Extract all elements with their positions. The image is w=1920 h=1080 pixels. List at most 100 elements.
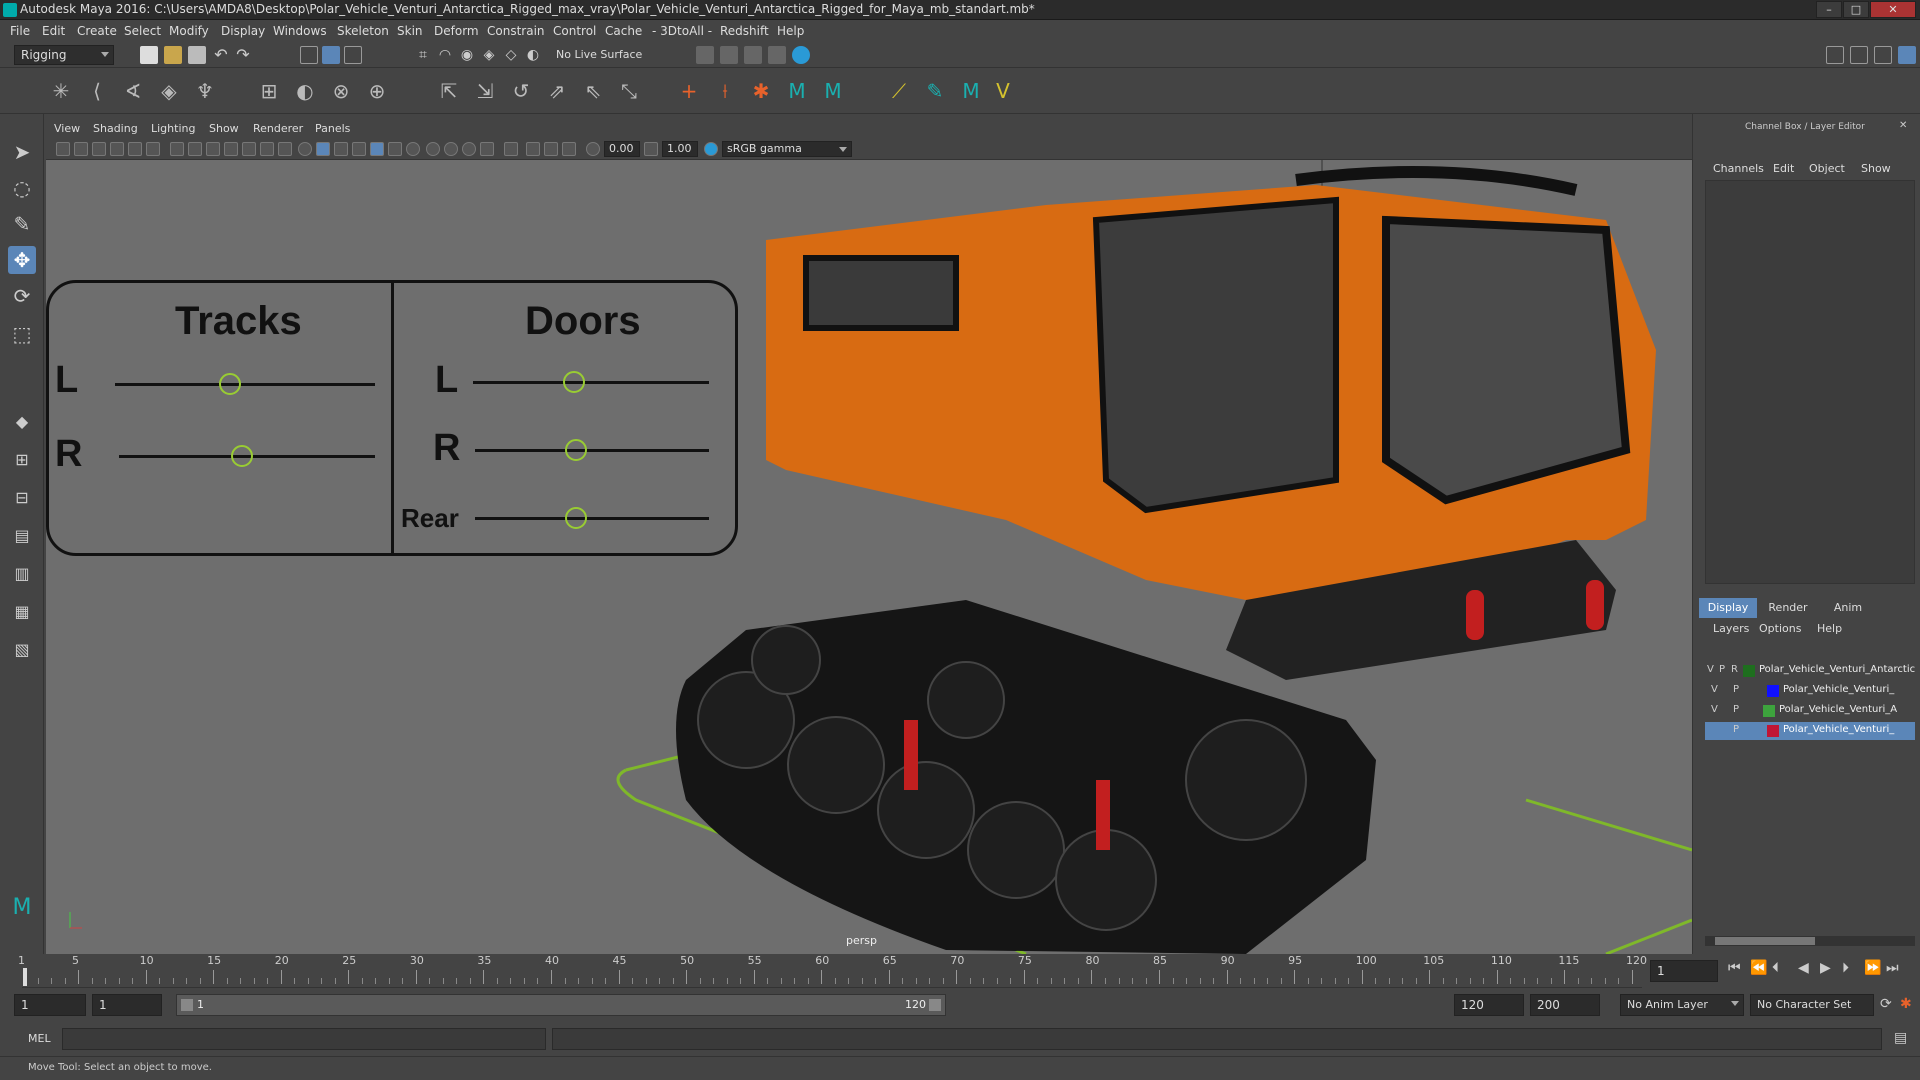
camera-select-icon[interactable] [56,142,70,156]
orient-constraint-icon[interactable]: ↺ [508,78,534,104]
layer-visibility[interactable]: V [1711,684,1718,695]
options-menu[interactable]: Options [1759,622,1801,635]
isolate-select-icon[interactable] [504,142,518,156]
safe-title-icon[interactable] [278,142,292,156]
hik-source-icon[interactable]: M [820,78,846,104]
bind-skin-icon[interactable]: ⊞ [256,78,282,104]
move-tool-icon[interactable]: ✥ [8,246,36,274]
wireframe-on-shaded-icon[interactable] [352,142,366,156]
modeling-toolkit-icon[interactable] [1826,46,1844,64]
gamma-icon[interactable] [644,142,658,156]
select-hierarchy-icon[interactable] [300,46,318,64]
menu-edit[interactable]: Edit [42,24,65,38]
camera-attributes-icon[interactable] [74,142,88,156]
minimize-button[interactable]: – [1816,1,1842,18]
save-scene-icon[interactable] [188,46,206,64]
end-time-field[interactable]: 200 [1530,994,1600,1016]
skin-weights-icon[interactable]: ⟋ [886,78,912,104]
shadows-icon[interactable] [406,142,420,156]
command-input[interactable] [62,1028,546,1050]
insert-joint-icon[interactable]: ◈ [156,78,182,104]
playback-end-field[interactable]: 120 [1454,994,1524,1016]
v-tool-icon[interactable]: V [990,78,1016,104]
resolution-gate-icon[interactable] [206,142,220,156]
snap-point-icon[interactable]: ◉ [458,46,476,64]
play-forward-icon[interactable]: ▶ [1820,960,1831,976]
layer-playback[interactable]: P [1719,664,1725,675]
layer-playback[interactable]: P [1733,704,1739,715]
menu-redshift[interactable]: Redshift [720,24,769,38]
doors-right-handle[interactable] [565,439,587,461]
step-forward-frame-icon[interactable]: ⏵ [1842,960,1849,976]
layer-row[interactable]: V P Polar_Vehicle_Venturi_ [1705,682,1915,700]
step-back-key-icon[interactable]: ⏪ [1750,960,1767,976]
paint-select-icon[interactable]: ✎ [8,210,36,238]
layer-playback[interactable]: P [1733,684,1739,695]
preferences-icon[interactable]: ✱ [1900,996,1912,1012]
menu-skeleton[interactable]: Skeleton [337,24,389,38]
hypergraph-layout-icon[interactable]: ▦ [8,598,36,626]
close-button[interactable]: ✕ [1870,1,1916,18]
layer-row[interactable]: V P Polar_Vehicle_Venturi_A [1705,702,1915,720]
parent-constraint-icon[interactable]: ⇖ [580,78,606,104]
color-management-icon[interactable] [704,142,718,156]
lattice-icon[interactable]: ⊗ [328,78,354,104]
snap-live-icon[interactable]: ◐ [524,46,542,64]
cb-menu-show[interactable]: Show [1861,162,1891,175]
ik-handle-icon[interactable]: ⟨ [84,78,110,104]
step-forward-key-icon[interactable]: ⏩ [1864,960,1881,976]
wireframe-icon[interactable] [298,142,312,156]
menuset-dropdown[interactable]: Rigging [14,45,114,65]
single-view-icon[interactable]: ◆ [8,408,36,436]
layer-name[interactable]: Polar_Vehicle_Venturi_A [1779,704,1915,715]
menu-cache[interactable]: Cache [605,24,642,38]
menu-help[interactable]: Help [777,24,804,38]
field-chart-icon[interactable] [242,142,256,156]
cluster-icon[interactable]: ⊕ [364,78,390,104]
outliner-layout-icon[interactable]: ▤ [8,522,36,550]
tracks-right-handle[interactable] [231,445,253,467]
scrollbar-thumb[interactable] [1715,937,1815,945]
layer-reference[interactable]: R [1731,664,1738,675]
tool-settings-icon[interactable] [1874,46,1892,64]
menu-control[interactable]: Control [553,24,596,38]
scale-tool-icon[interactable]: ⬚ [8,320,36,348]
tracks-left-handle[interactable] [219,373,241,395]
layer-name[interactable]: Polar_Vehicle_Venturi_Antarctica [1759,664,1915,675]
paint-tool-icon[interactable]: ✎ [922,78,948,104]
render-settings-icon[interactable] [768,46,786,64]
current-frame-field[interactable]: 1 [1650,960,1718,982]
menu-display[interactable]: Display [221,24,265,38]
anti-aliasing-icon[interactable] [462,142,476,156]
xray-icon[interactable] [526,142,540,156]
vp-menu-view[interactable]: View [54,122,80,135]
custom-layout-icon[interactable]: ▧ [8,636,36,664]
graph-layout-icon[interactable]: ▥ [8,560,36,588]
layer-color-swatch[interactable] [1763,705,1775,717]
auto-key-icon[interactable]: ⟳ [1880,996,1892,1012]
select-component-icon[interactable] [344,46,362,64]
time-ruler[interactable]: 1 5 10 15 20 25 30 35 40 45 50 55 60 65 70 75 80 85 90 95 10… [18,954,1647,988]
layer-color-swatch[interactable] [1743,665,1755,677]
select-object-icon[interactable] [322,46,340,64]
locator-icon[interactable]: + [676,78,702,104]
grease-pencil-icon[interactable] [146,142,160,156]
doors-rear-handle[interactable] [565,507,587,529]
exposure-field[interactable]: 0.00 [604,141,640,157]
new-scene-icon[interactable] [140,46,158,64]
ipr-render-icon[interactable] [744,46,762,64]
menu-constrain[interactable]: Constrain [487,24,545,38]
rotate-tool-icon[interactable]: ⟳ [8,282,36,310]
motion-blur-icon[interactable] [444,142,458,156]
menu-modify[interactable]: Modify [169,24,209,38]
point-constraint-icon[interactable]: ⇱ [436,78,462,104]
render-current-icon[interactable] [720,46,738,64]
snap-grid-icon[interactable]: ⌗ [414,46,432,64]
depth-of-field-icon[interactable] [480,142,494,156]
layer-name[interactable]: Polar_Vehicle_Venturi_ [1783,724,1915,735]
vp-menu-shading[interactable]: Shading [93,122,138,135]
goto-start-icon[interactable]: ⏮ [1728,960,1741,976]
menu-create[interactable]: Create [77,24,117,38]
gamma-field[interactable]: 1.00 [662,141,698,157]
pole-vector-icon[interactable]: ⤡ [616,78,642,104]
